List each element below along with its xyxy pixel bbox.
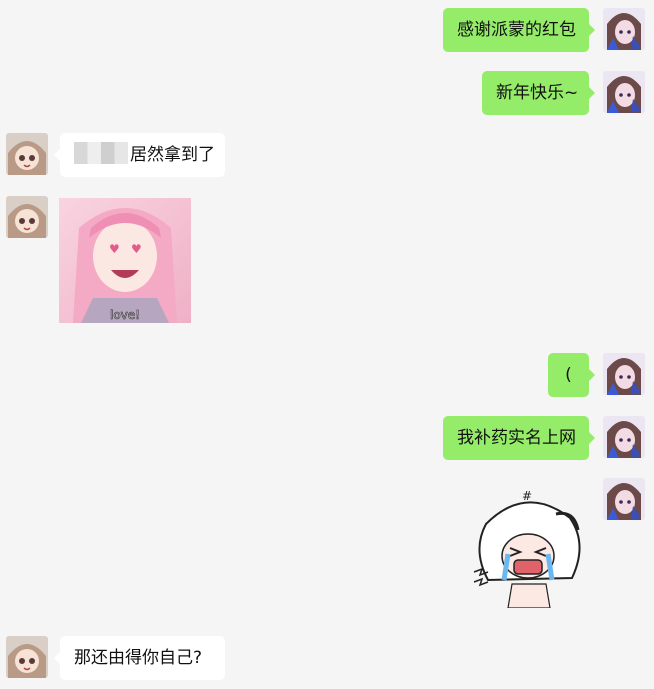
avatar-me[interactable] [603,8,645,50]
message-text: 那还由得你自己? [74,648,203,668]
message-bubble-sent[interactable]: 我补药实名上网 [443,416,595,460]
message-text: ( [565,365,572,385]
avatar-me-icon [603,353,645,395]
avatar-other[interactable] [6,196,48,238]
avatar-me[interactable] [603,353,645,395]
sticker-caption: love! [110,308,140,322]
avatar-me-icon [603,416,645,458]
message-text: 感谢派蒙的红包 [457,20,576,40]
message-text: 新年快乐~ [496,83,579,103]
avatar-other-icon [6,196,48,238]
avatar-me-icon [603,71,645,113]
avatar-me-icon [603,478,645,520]
sticker-image[interactable]: ♥ ♥ love! [59,198,191,323]
avatar-other-icon [6,636,48,678]
avatar-me-icon [603,8,645,50]
avatar-other[interactable] [6,636,48,678]
avatar-me[interactable] [603,416,645,458]
message-text: 我补药实名上网 [457,428,576,448]
message-bubble-sent[interactable]: 新年快乐~ [482,71,595,115]
message-text: 居然拿到了 [130,145,215,165]
message-bubble-sent[interactable]: 感谢派蒙的红包 [443,8,595,52]
crying-chibi-sticker: # [466,484,592,608]
message-bubble-sent[interactable]: ( [548,353,595,397]
svg-text:♥: ♥ [109,242,120,256]
anime-girl-love-sticker: ♥ ♥ love! [59,198,191,323]
svg-text:♥: ♥ [131,242,142,256]
redacted-name [74,142,128,164]
avatar-me[interactable] [603,71,645,113]
sticker-image[interactable]: # [466,484,592,608]
avatar-other[interactable] [6,133,48,175]
message-bubble-received[interactable]: 那还由得你自己? [54,636,225,680]
avatar-other-icon [6,133,48,175]
avatar-me[interactable] [603,478,645,520]
svg-text:#: # [522,489,532,503]
message-bubble-received[interactable]: 居然拿到了 [54,133,225,177]
